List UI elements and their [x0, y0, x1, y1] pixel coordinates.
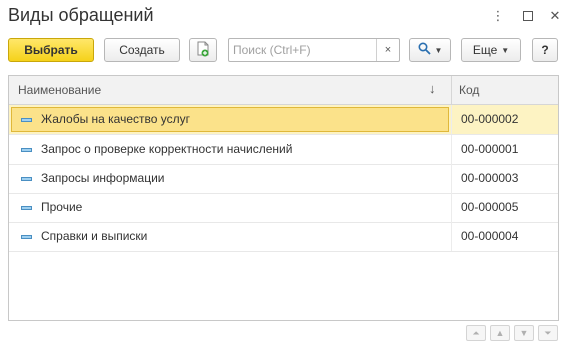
chevron-down-icon: ▼: [519, 328, 529, 338]
data-table: Наименование ↓ Код Жалобы на качество ус…: [8, 75, 559, 321]
chevron-down-icon: ▼: [501, 45, 510, 55]
more-icon[interactable]: ⋮: [489, 8, 507, 24]
table-row[interactable]: Справки и выписки 00-000004: [9, 222, 558, 252]
catalog-item-icon: [21, 118, 32, 122]
row-code: 00-000004: [461, 229, 519, 243]
last-page-icon: ⏷: [544, 327, 552, 338]
select-button[interactable]: Выбрать: [8, 38, 94, 62]
help-button[interactable]: ?: [532, 38, 558, 62]
scroll-to-top-button[interactable]: ⏶: [466, 325, 486, 341]
column-divider: [451, 164, 452, 193]
maximize-icon[interactable]: [519, 8, 537, 24]
magnifier-icon: [418, 42, 431, 58]
column-header-code[interactable]: Код: [459, 83, 479, 97]
chevron-up-icon: ▲: [495, 328, 505, 338]
close-icon[interactable]: ✕: [546, 8, 564, 24]
row-name: Жалобы на качество услуг: [41, 112, 191, 126]
row-name: Запрос о проверке корректности начислени…: [41, 142, 293, 156]
column-divider: [451, 222, 452, 251]
create-button[interactable]: Создать: [104, 38, 180, 62]
search-options-button[interactable]: ▼: [409, 38, 451, 62]
table-row[interactable]: Запрос о проверке корректности начислени…: [9, 135, 558, 165]
row-code: 00-000002: [461, 112, 519, 126]
more-button-label: Еще: [472, 43, 498, 57]
catalog-item-icon: [21, 177, 32, 181]
row-code: 00-000005: [461, 200, 519, 214]
copy-add-icon: [196, 41, 210, 60]
scroll-up-button[interactable]: ▲: [490, 325, 510, 341]
table-row[interactable]: Жалобы на качество услуг 00-000002: [9, 105, 558, 135]
catalog-item-icon: [21, 148, 32, 152]
row-name: Прочие: [41, 200, 83, 214]
clear-search-button[interactable]: ×: [376, 39, 399, 61]
catalog-item-icon: [21, 206, 32, 210]
row-code: 00-000003: [461, 171, 519, 185]
scroll-to-bottom-button[interactable]: ⏷: [538, 325, 558, 341]
more-button[interactable]: Еще ▼: [461, 38, 521, 62]
window-title: Виды обращений: [8, 5, 154, 25]
first-page-icon: ⏶: [472, 327, 480, 338]
table-row[interactable]: Запросы информации 00-000003: [9, 164, 558, 194]
column-header-name[interactable]: Наименование: [18, 83, 101, 97]
copy-button[interactable]: [189, 38, 217, 62]
search-field[interactable]: ×: [228, 38, 400, 62]
scroll-down-button[interactable]: ▼: [514, 325, 534, 341]
row-name: Запросы информации: [41, 171, 165, 185]
column-divider[interactable]: [451, 76, 452, 104]
chevron-down-icon: ▼: [434, 45, 443, 55]
column-divider: [451, 135, 452, 164]
table-header: Наименование ↓ Код: [9, 76, 558, 105]
column-divider: [451, 193, 452, 222]
column-divider: [451, 105, 452, 134]
catalog-item-icon: [21, 235, 32, 239]
search-input[interactable]: [233, 40, 379, 60]
sort-arrow-icon: ↓: [429, 81, 436, 96]
row-name: Справки и выписки: [41, 229, 148, 243]
table-row[interactable]: Прочие 00-000005: [9, 193, 558, 223]
row-code: 00-000001: [461, 142, 519, 156]
